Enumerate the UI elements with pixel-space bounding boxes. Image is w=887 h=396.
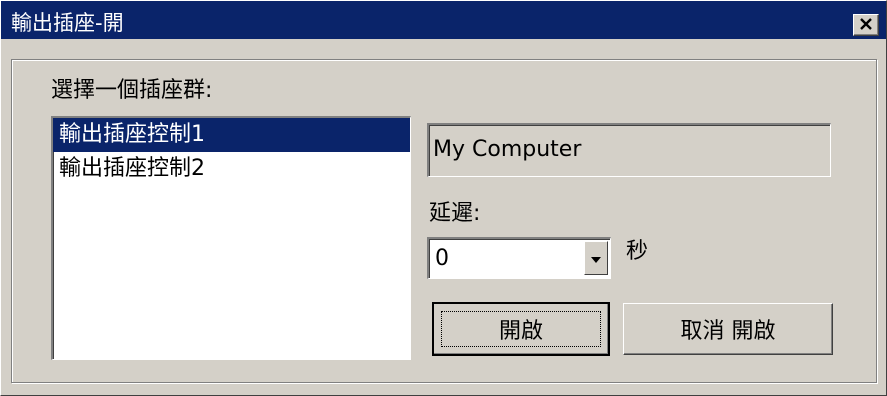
dialog-window: 輸出插座-開 選擇一個插座群: 輸出插座控制1 輸出插座控制2 My Compu… — [0, 0, 887, 396]
chevron-down-icon — [590, 249, 602, 268]
focus-indicator — [441, 311, 601, 347]
list-item-outlet-control-2[interactable]: 輸出插座控制2 — [53, 152, 410, 186]
open-button[interactable]: 開啟 — [432, 302, 610, 356]
title-bar[interactable]: 輸出插座-開 — [1, 1, 886, 39]
list-item-label: 輸出插座控制2 — [59, 156, 205, 181]
list-item-outlet-control-1[interactable]: 輸出插座控制1 — [53, 118, 410, 152]
window-title: 輸出插座-開 — [11, 11, 124, 35]
delay-select[interactable]: 0 — [427, 237, 611, 279]
computer-name-field: My Computer — [427, 123, 831, 177]
cancel-open-button[interactable]: 取消 開啟 — [623, 303, 833, 355]
delay-value: 0 — [435, 246, 449, 271]
outlet-group-list[interactable]: 輸出插座控制1 輸出插座控制2 — [51, 116, 411, 360]
delay-dropdown-button[interactable] — [584, 241, 608, 275]
delay-label: 延遲: — [429, 201, 481, 226]
group-label: 選擇一個插座群: — [49, 72, 215, 104]
cancel-open-button-label: 取消 開啟 — [680, 319, 776, 344]
close-button[interactable] — [853, 14, 879, 36]
list-item-label: 輸出插座控制1 — [59, 122, 205, 147]
close-icon — [859, 16, 873, 35]
delay-unit-label: 秒 — [626, 239, 649, 264]
